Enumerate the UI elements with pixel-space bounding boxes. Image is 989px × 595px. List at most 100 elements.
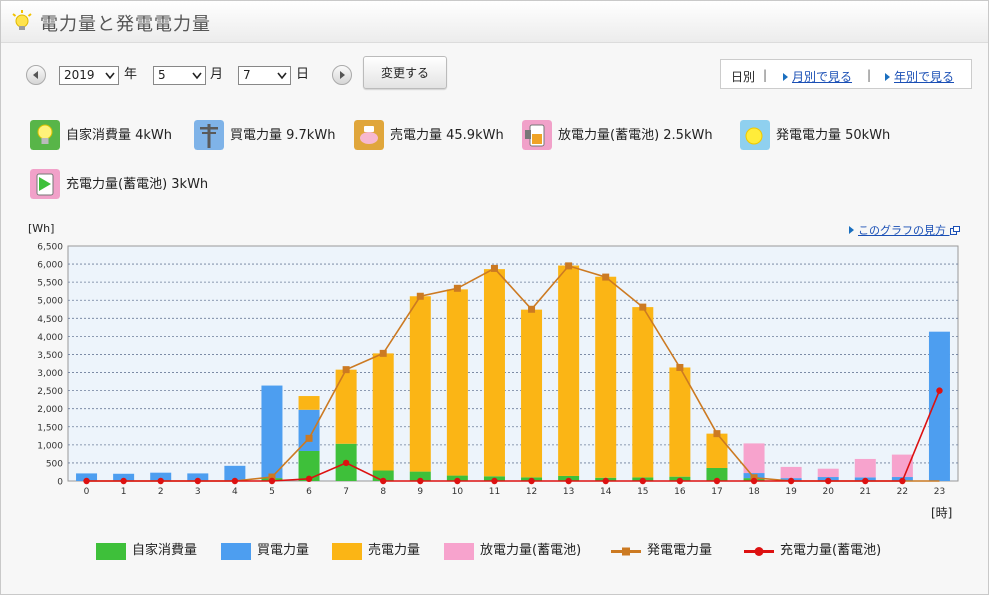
x-tick-label: 4 <box>232 487 238 497</box>
y-tick-label: 4,000 <box>37 333 63 343</box>
legend-label: 売電力量 <box>368 543 421 558</box>
bar-sold <box>372 353 394 471</box>
x-tick-label: 22 <box>897 487 908 497</box>
x-tick-label: 20 <box>822 487 834 497</box>
charge-point <box>713 477 721 485</box>
legend-swatch <box>332 543 362 560</box>
charge-point <box>417 477 424 485</box>
generation-point <box>342 366 350 374</box>
charge-point <box>565 477 572 485</box>
legend-label: 放電力量(蓄電池) <box>480 543 582 558</box>
x-tick-label: 2 <box>158 487 164 497</box>
generation-point <box>379 349 387 357</box>
y-tick-label: 6,000 <box>37 261 63 271</box>
charge-point <box>305 475 313 483</box>
bar-discharge <box>891 454 913 478</box>
x-tick-label: 10 <box>452 487 464 497</box>
charge-point <box>380 477 387 485</box>
x-tick-label: 6 <box>306 487 312 497</box>
generation-point <box>528 305 536 313</box>
charge-point <box>899 477 906 485</box>
y-tick-label: 0 <box>57 478 63 488</box>
bar-sold <box>706 433 728 468</box>
charge-point <box>936 387 943 394</box>
x-unit-label: [時] <box>931 506 953 520</box>
x-tick-label: 5 <box>269 487 275 497</box>
legend-swatch <box>444 543 474 560</box>
charge-point <box>750 477 758 485</box>
bar-sold <box>595 276 617 478</box>
generation-point <box>676 363 684 371</box>
generation-point <box>416 292 424 300</box>
charge-point <box>83 477 90 485</box>
x-tick-label: 23 <box>934 487 945 497</box>
bar-sold <box>669 367 691 477</box>
charge-point <box>602 477 609 485</box>
legend-label: 発電電力量 <box>647 543 713 558</box>
y-tick-label: 1,000 <box>37 441 63 451</box>
legend-swatch <box>221 543 251 560</box>
x-tick-label: 18 <box>748 487 760 497</box>
y-tick-label: 2,000 <box>37 405 63 415</box>
charge-point <box>528 477 535 485</box>
bar-discharge <box>780 466 802 479</box>
charge-point <box>268 477 276 485</box>
charge-point <box>491 477 498 485</box>
charge-point <box>862 477 869 485</box>
y-tick-label: 3,500 <box>37 351 63 361</box>
generation-point <box>565 262 573 270</box>
generation-point <box>453 284 461 292</box>
plot-area <box>67 245 959 482</box>
charge-point <box>194 477 201 485</box>
charge-point <box>342 459 350 467</box>
energy-chart: 0 500 1,000 1,500 2,000 2,500 3,000 3,500 4,000 4… <box>37 243 959 497</box>
bar-sold <box>335 369 357 444</box>
legend-label: 自家消費量 <box>132 543 198 558</box>
legend-line-swatch <box>611 547 641 556</box>
x-tick-label: 9 <box>417 487 423 497</box>
x-tick-label: 11 <box>489 487 500 497</box>
legend-label: 買電力量 <box>257 543 310 558</box>
generation-point <box>639 303 647 311</box>
bar-discharge <box>854 458 876 478</box>
legend-swatch <box>96 543 126 560</box>
bar-sold <box>298 396 320 410</box>
charge-point <box>676 477 684 485</box>
main-panel: 電力量と発電電力量 2019 年 5 月 7 日 変更する 日別 | 月別で見る… <box>0 0 989 595</box>
x-tick-label: 16 <box>674 487 686 497</box>
generation-point <box>602 273 610 281</box>
generation-point <box>305 434 313 442</box>
generation-point <box>490 264 498 272</box>
bar-purchased <box>928 331 950 481</box>
x-tick-label: 15 <box>637 487 648 497</box>
x-tick-label: 19 <box>785 487 797 497</box>
x-tick-label: 12 <box>526 487 537 497</box>
y-tick-label: 6,500 <box>37 243 63 253</box>
bar-sold <box>632 307 654 478</box>
x-tick-label: 13 <box>563 487 574 497</box>
charge-point <box>454 477 461 485</box>
bar-sold <box>521 309 543 478</box>
x-tick-label: 17 <box>711 487 722 497</box>
y-tick-label: 1,500 <box>37 423 63 433</box>
x-tick-label: 14 <box>600 487 612 497</box>
charge-point <box>639 477 646 485</box>
legend-line-swatch <box>744 547 774 556</box>
bar-purchased <box>298 409 320 451</box>
x-tick-label: 1 <box>121 487 127 497</box>
bar-sold <box>558 265 580 476</box>
y-tick-label: 4,500 <box>37 315 63 325</box>
y-tick-label: 3,000 <box>37 369 63 379</box>
charge-point <box>231 477 239 485</box>
x-tick-label: 3 <box>195 487 201 497</box>
y-tick-label: 5,500 <box>37 279 63 289</box>
legend-label: 充電力量(蓄電池) <box>780 543 882 558</box>
generation-point <box>713 430 721 438</box>
bar-sold <box>446 289 468 476</box>
y-tick-label: 500 <box>46 459 63 469</box>
x-tick-label: 8 <box>380 487 386 497</box>
bar-purchased <box>261 385 283 479</box>
charge-point <box>120 477 127 485</box>
charge-point <box>825 477 832 485</box>
y-tick-label: 2,500 <box>37 387 63 397</box>
